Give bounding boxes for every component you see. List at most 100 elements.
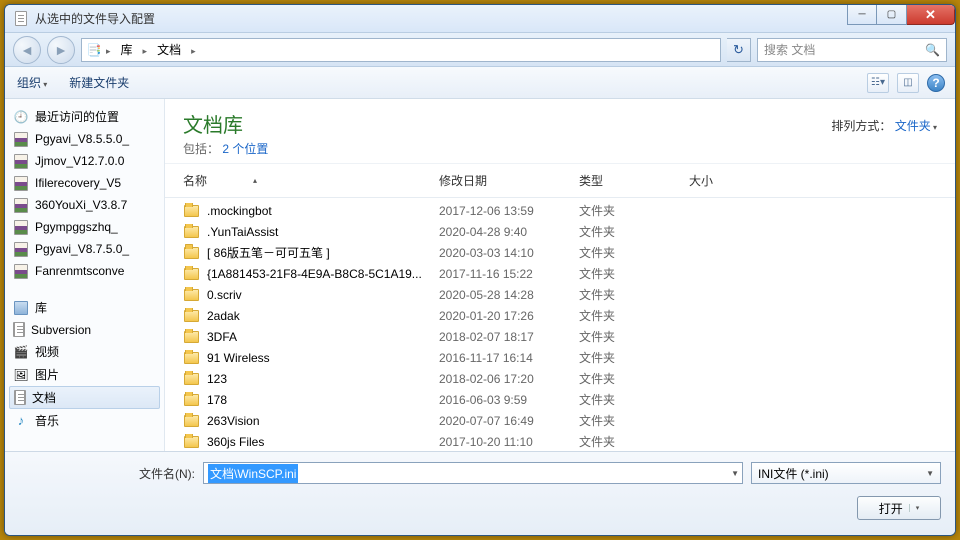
chevron-right-icon[interactable]: [104, 43, 113, 57]
dialog-window: 从选中的文件导入配置 ─ ▢ ✕ ◄ ► 📑 库 文档 ↻ 搜索 文档 🔍 组织…: [4, 4, 956, 536]
sidebar-item-视频[interactable]: 视频: [5, 340, 164, 363]
sidebar-item[interactable]: Fanrenmtsconve: [5, 260, 164, 282]
sidebar-item[interactable]: Pgyavi_V8.5.5.0_: [5, 128, 164, 150]
sidebar-item-图片[interactable]: 图片: [5, 363, 164, 386]
file-date: 2020-07-07 16:49: [439, 414, 579, 428]
sidebar-item-Subversion[interactable]: Subversion: [5, 319, 164, 340]
file-date: 2017-11-16 15:22: [439, 267, 579, 281]
archive-icon: [13, 131, 29, 147]
file-row[interactable]: 2adak2020-01-20 17:26文件夹: [183, 305, 937, 326]
sidebar-item-recent[interactable]: 🕘 最近访问的位置: [5, 105, 164, 128]
breadcrumb[interactable]: 📑 库 文档: [81, 38, 721, 62]
chevron-right-icon[interactable]: [141, 43, 150, 57]
file-type: 文件夹: [579, 307, 689, 324]
file-row[interactable]: 91 Wireless2016-11-17 16:14文件夹: [183, 347, 937, 368]
minimize-button[interactable]: ─: [847, 5, 877, 25]
sidebar-item[interactable]: 360YouXi_V3.8.7: [5, 194, 164, 216]
file-row[interactable]: 263Vision2020-07-07 16:49文件夹: [183, 410, 937, 431]
file-type: 文件夹: [579, 349, 689, 366]
file-date: 2017-12-06 13:59: [439, 204, 579, 218]
folder-icon: [183, 245, 199, 261]
maximize-button[interactable]: ▢: [877, 5, 907, 25]
file-type: 文件夹: [579, 328, 689, 345]
archive-icon: [13, 263, 29, 279]
file-row[interactable]: .YunTaiAssist2020-04-28 9:40文件夹: [183, 221, 937, 242]
file-date: 2020-03-03 14:10: [439, 246, 579, 260]
file-row[interactable]: 1782016-06-03 9:59文件夹: [183, 389, 937, 410]
organize-menu[interactable]: 组织: [17, 74, 47, 91]
preview-pane-button[interactable]: ◫: [897, 73, 919, 93]
file-date: 2020-04-28 9:40: [439, 225, 579, 239]
sidebar-item[interactable]: Pgympggszhq_: [5, 216, 164, 238]
titlebar[interactable]: 从选中的文件导入配置 ─ ▢ ✕: [5, 5, 955, 33]
sidebar-item-文档[interactable]: 文档: [9, 386, 160, 409]
file-date: 2016-06-03 9:59: [439, 393, 579, 407]
filename-input[interactable]: 文档\WinSCP.ini ▼: [203, 462, 743, 484]
help-button[interactable]: ?: [927, 74, 945, 92]
file-name: .mockingbot: [207, 204, 272, 218]
file-row[interactable]: {1A881453-21F8-4E9A-B8C8-5C1A19... 2017-1…: [183, 263, 937, 284]
file-type-filter[interactable]: INI文件 (*.ini) ▼: [751, 462, 941, 484]
folder-icon: [183, 350, 199, 366]
vid-icon: [13, 344, 29, 360]
file-list[interactable]: .mockingbot 2017-12-06 13:59 文件夹 .YunTaiAss…: [165, 198, 955, 451]
refresh-button[interactable]: ↻: [727, 38, 751, 62]
file-date: 2017-10-20 11:10: [439, 435, 579, 449]
column-headers[interactable]: 名称 修改日期 类型 大小: [165, 164, 955, 198]
sidebar-item-label: Fanrenmtsconve: [35, 264, 124, 278]
sidebar-item-label: Pgyavi_V8.5.5.0_: [35, 132, 129, 146]
file-name: 91 Wireless: [207, 351, 270, 365]
file-name: {1A881453-21F8-4E9A-B8C8-5C1A19...: [207, 267, 422, 281]
col-date[interactable]: 修改日期: [439, 168, 579, 193]
col-size[interactable]: 大小: [689, 168, 769, 193]
view-options-button[interactable]: ☷▾: [867, 73, 889, 93]
file-type: 文件夹: [579, 412, 689, 429]
file-row[interactable]: .mockingbot2017-12-06 13:59文件夹: [183, 200, 937, 221]
file-type: 文件夹: [579, 370, 689, 387]
sidebar-item-label: Pgympggszhq_: [35, 220, 118, 234]
file-name: [ 86版五笔－可可五笔 ]: [207, 244, 330, 261]
close-button[interactable]: ✕: [907, 5, 955, 25]
computer-icon: 📑: [86, 42, 102, 58]
doc-icon: [14, 390, 26, 405]
filename-value: 文档\WinSCP.ini: [208, 464, 298, 483]
sidebar-item-library[interactable]: 库: [5, 296, 164, 319]
sidebar-item[interactable]: Pgyavi_V8.7.5.0_: [5, 238, 164, 260]
search-input[interactable]: 搜索 文档 🔍: [757, 38, 947, 62]
pic-icon: [13, 367, 29, 383]
breadcrumb-seg[interactable]: 库: [115, 41, 139, 58]
col-type[interactable]: 类型: [579, 168, 689, 193]
back-button[interactable]: ◄: [13, 36, 41, 64]
search-icon: 🔍: [925, 43, 940, 57]
new-folder-button[interactable]: 新建文件夹: [69, 74, 129, 91]
sidebar-item[interactable]: Jjmov_V12.7.0.0: [5, 150, 164, 172]
file-row[interactable]: 360js Files2017-10-20 11:10文件夹: [183, 431, 937, 451]
forward-button[interactable]: ►: [47, 36, 75, 64]
chevron-right-icon[interactable]: [189, 43, 198, 57]
folder-icon: [183, 392, 199, 408]
mus-icon: [13, 413, 29, 429]
chevron-down-icon[interactable]: ▼: [731, 469, 739, 478]
folder-icon: [183, 329, 199, 345]
breadcrumb-seg[interactable]: 文档: [151, 41, 187, 58]
sidebar-item-label: Jjmov_V12.7.0.0: [35, 154, 124, 168]
file-date: 2018-02-07 18:17: [439, 330, 579, 344]
col-name[interactable]: 名称: [183, 168, 439, 193]
file-name: 0.scriv: [207, 288, 242, 302]
sidebar-item-label: Ifilerecovery_V5: [35, 176, 121, 190]
file-row[interactable]: 0.scriv2020-05-28 14:28文件夹: [183, 284, 937, 305]
locations-link[interactable]: 2 个位置: [222, 142, 268, 156]
library-title: 文档库: [183, 109, 268, 138]
file-row[interactable]: [ 86版五笔－可可五笔 ]2020-03-03 14:10文件夹: [183, 242, 937, 263]
sort-by-menu[interactable]: 文件夹: [895, 119, 937, 133]
sidebar-item-音乐[interactable]: 音乐: [5, 409, 164, 432]
file-row[interactable]: 3DFA2018-02-07 18:17文件夹: [183, 326, 937, 347]
app-icon: [13, 11, 29, 27]
file-name: 2adak: [207, 309, 240, 323]
recent-icon: 🕘: [13, 109, 29, 125]
sidebar-item[interactable]: Ifilerecovery_V5: [5, 172, 164, 194]
folder-icon: [183, 224, 199, 240]
open-button[interactable]: 打开: [857, 496, 941, 520]
file-row[interactable]: 1232018-02-06 17:20文件夹: [183, 368, 937, 389]
folder-icon: [183, 287, 199, 303]
